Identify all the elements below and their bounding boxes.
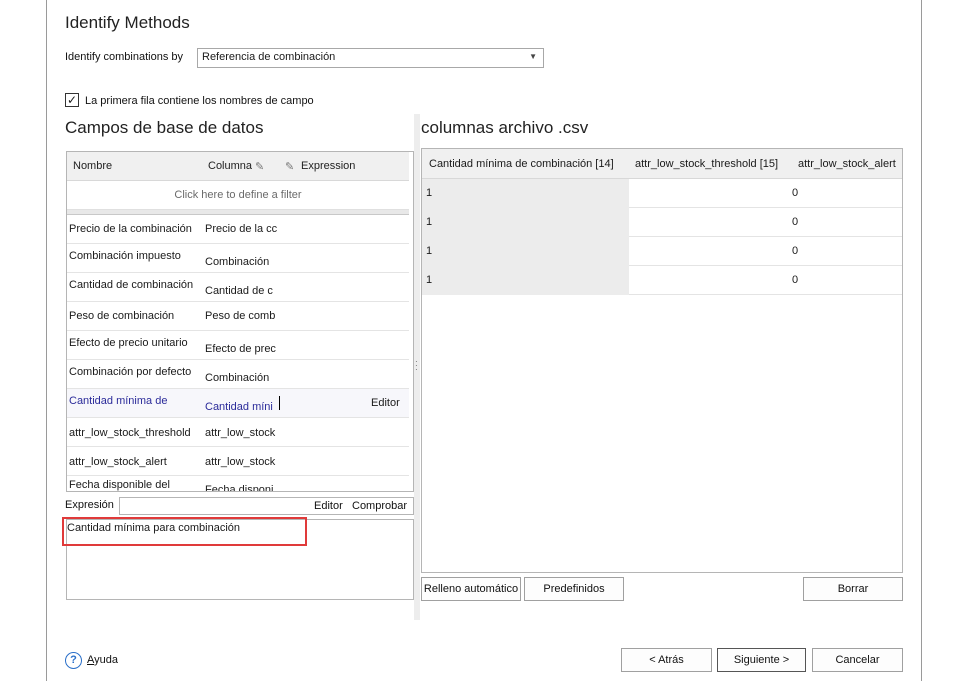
expression-label: Expresión <box>65 499 114 511</box>
table-row[interactable]: Efecto de precio unitario Efecto de prec <box>67 331 409 360</box>
pencil-icon: ✎ <box>285 161 295 173</box>
csv-header: Cantidad mínima de combinación [14] attr… <box>422 149 902 179</box>
field-name: Cantidad de combinación <box>69 279 194 291</box>
table-row[interactable]: attr_low_stock_threshold attr_low_stock <box>67 418 409 447</box>
highlight-box <box>62 517 307 546</box>
field-column[interactable]: attr_low_stock <box>205 427 277 439</box>
chevron-down-icon: ▼ <box>529 52 537 61</box>
csv-cell: 1 <box>422 208 629 237</box>
col-header-expression[interactable]: Expression <box>301 160 355 172</box>
table-row[interactable]: Combinación por defecto Combinación <box>67 360 409 389</box>
text-caret <box>279 396 280 410</box>
field-column[interactable]: Cantidad míni <box>205 401 277 413</box>
csv-row[interactable]: 1 0 <box>422 208 902 237</box>
field-column[interactable]: Fecha disponi <box>205 484 277 491</box>
pencil-icon: ✎ <box>255 161 265 173</box>
next-button[interactable]: Siguiente > <box>717 648 806 672</box>
identify-label: Identify combinations by <box>65 51 184 63</box>
help-icon[interactable]: ? <box>65 652 82 669</box>
cancel-button[interactable]: Cancelar <box>812 648 903 672</box>
identify-select[interactable]: Referencia de combinación ▼ <box>197 48 544 68</box>
col-header-name[interactable]: Nombre <box>73 160 112 172</box>
field-name: Cantidad mínima de <box>69 395 168 407</box>
autofill-button[interactable]: Relleno automático <box>421 577 521 601</box>
field-name: Efecto de precio unitario <box>69 337 188 349</box>
csv-row[interactable]: 1 0 <box>422 266 902 295</box>
field-name: Precio de la combinación <box>69 223 192 235</box>
csv-columns-title: columnas archivo .csv <box>421 118 589 137</box>
table-row-selected[interactable]: Cantidad mínima de Cantidad míni Editor <box>67 389 409 418</box>
table-row[interactable]: Combinación impuesto Combinación <box>67 244 409 273</box>
csv-cell: 0 <box>792 274 799 286</box>
csv-cell: 0 <box>792 187 799 199</box>
field-name: attr_low_stock_threshold <box>69 427 191 439</box>
back-button[interactable]: < Atrás <box>621 648 712 672</box>
field-column[interactable]: Cantidad de c <box>205 285 277 297</box>
expression-check-button[interactable]: Comprobar <box>352 500 407 512</box>
csv-grid: Cantidad mínima de combinación [14] attr… <box>421 148 903 573</box>
csv-col-header[interactable]: attr_low_stock_threshold [15] <box>635 158 778 170</box>
filter-row[interactable]: Click here to define a filter <box>67 181 409 210</box>
csv-cell: 0 <box>792 245 799 257</box>
csv-cell: 0 <box>792 216 799 228</box>
field-column[interactable]: Precio de la cc <box>205 223 277 235</box>
splitter-grip-icon: · · · <box>415 357 418 374</box>
field-column[interactable]: Combinación <box>205 256 277 268</box>
csv-cell: 1 <box>422 237 629 266</box>
csv-cell: 1 <box>422 266 629 295</box>
field-column[interactable]: Efecto de prec <box>205 343 277 355</box>
field-name: Combinación impuesto <box>69 250 181 262</box>
defaults-button[interactable]: Predefinidos <box>524 577 624 601</box>
field-column[interactable]: attr_low_stock <box>205 456 277 468</box>
table-row[interactable]: Peso de combinación Peso de comb <box>67 302 409 331</box>
clear-button[interactable]: Borrar <box>803 577 903 601</box>
table-row[interactable]: Cantidad de combinación Cantidad de c <box>67 273 409 302</box>
row-editor-button[interactable]: Editor <box>371 397 400 409</box>
field-column[interactable]: Peso de comb <box>205 310 277 322</box>
csv-row[interactable]: 1 0 <box>422 179 902 208</box>
field-name: Fecha disponible del <box>69 479 170 491</box>
table-row[interactable]: Fecha disponible del Fecha disponi <box>67 476 409 491</box>
field-name: Combinación por defecto <box>69 366 192 378</box>
help-link[interactable]: Ayuda <box>87 654 118 666</box>
field-column[interactable]: Combinación <box>205 372 277 384</box>
identify-select-value: Referencia de combinación <box>202 51 336 63</box>
db-fields-grid: Nombre Columna ✎ ✎ Expression Click here… <box>66 151 414 492</box>
first-row-label: La primera fila contiene los nombres de … <box>85 95 314 107</box>
table-row[interactable]: Precio de la combinación Precio de la cc <box>67 215 409 244</box>
first-row-checkbox[interactable]: ✓ <box>65 93 79 107</box>
db-fields-header: Nombre Columna ✎ ✎ Expression <box>67 152 409 181</box>
col-header-column[interactable]: Columna <box>208 160 252 172</box>
field-name: Peso de combinación <box>69 310 175 322</box>
dialog-title: Identify Methods <box>65 13 190 32</box>
expression-editor-button[interactable]: Editor <box>314 500 343 512</box>
csv-col-header[interactable]: Cantidad mínima de combinación [14] <box>429 158 614 170</box>
table-row[interactable]: attr_low_stock_alert attr_low_stock <box>67 447 409 476</box>
db-fields-title: Campos de base de datos <box>65 118 264 137</box>
field-name: attr_low_stock_alert <box>69 456 167 468</box>
csv-col-header[interactable]: attr_low_stock_alert <box>798 158 896 170</box>
csv-cell: 1 <box>422 179 629 208</box>
csv-row[interactable]: 1 0 <box>422 237 902 266</box>
